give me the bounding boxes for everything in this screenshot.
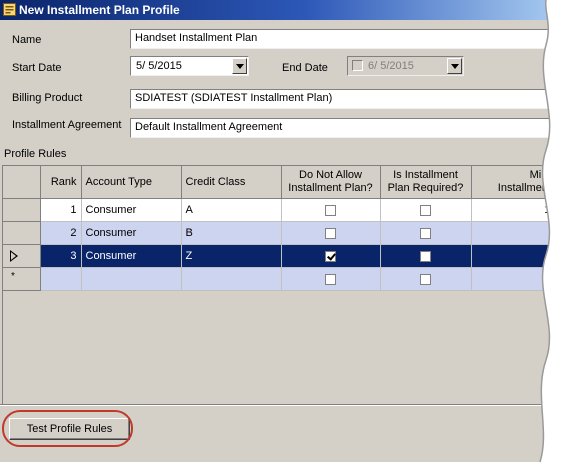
torn-edge (0, 0, 570, 469)
